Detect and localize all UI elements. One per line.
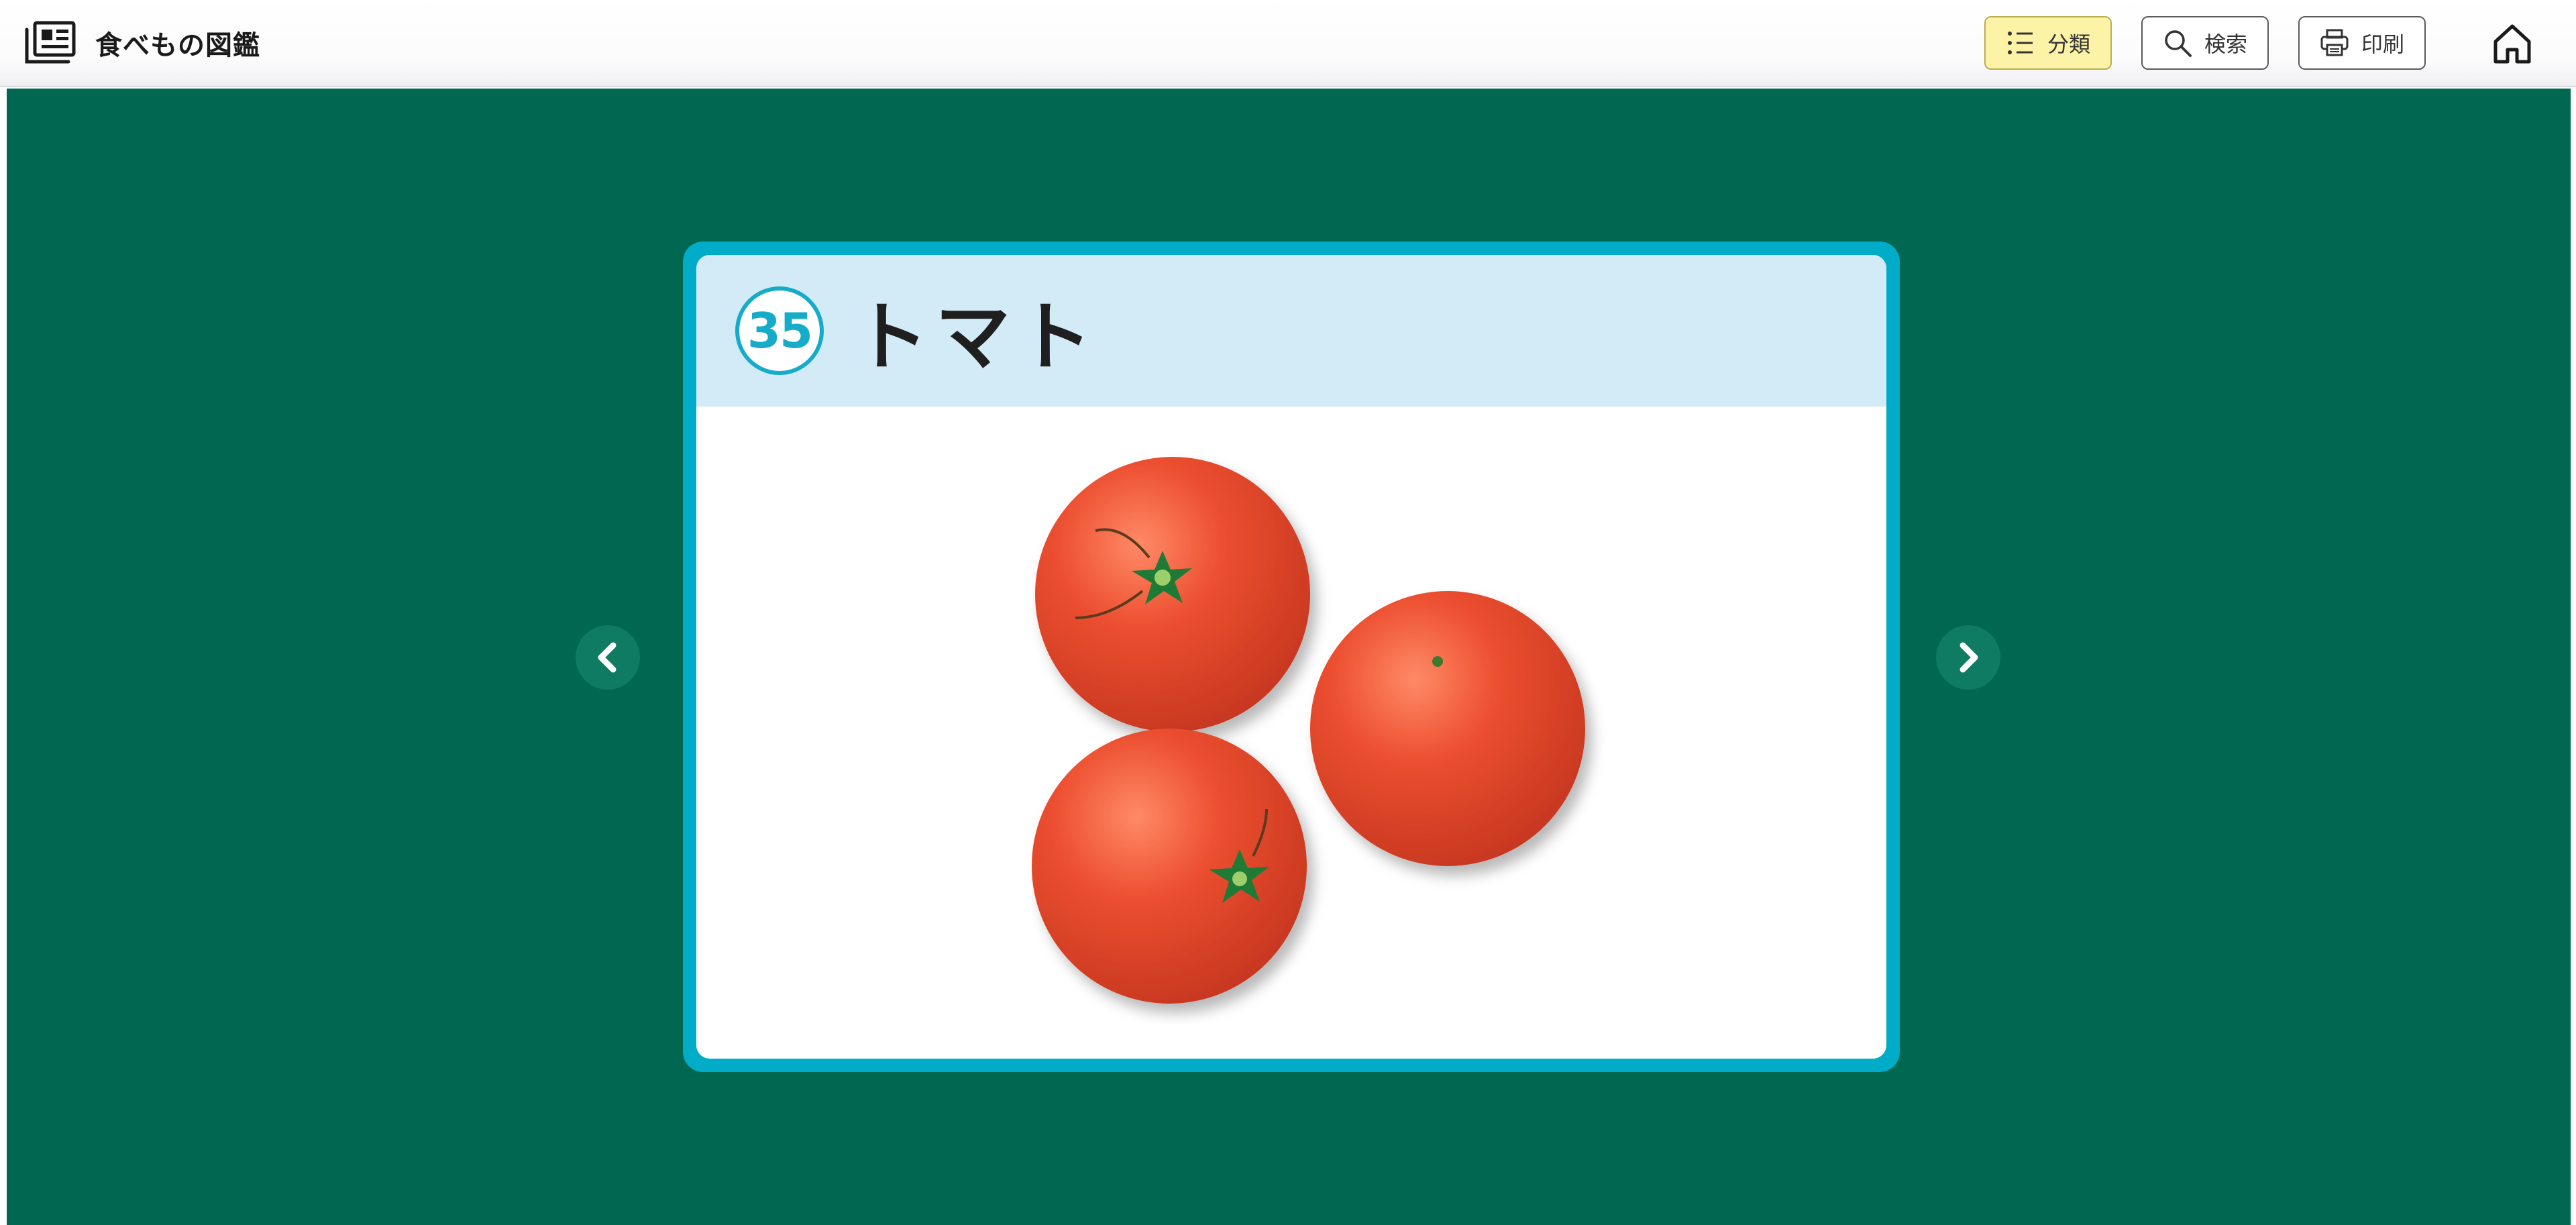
tomato-bottom-left [1032, 729, 1307, 1004]
tomato-illustration [1032, 457, 1585, 1004]
chevron-left-icon [598, 642, 616, 673]
print-label: 印刷 [2361, 32, 2404, 57]
card-header: 35 トマト [696, 255, 1886, 407]
tomato-right [1310, 591, 1585, 866]
print-button[interactable]: 印刷 [2298, 16, 2426, 70]
book-list-icon [25, 21, 76, 64]
classification-button[interactable]: 分類 [1984, 16, 2112, 70]
app-title: 食べもの図鑑 [95, 30, 260, 61]
search-icon [2165, 30, 2192, 57]
printer-icon [2320, 29, 2349, 56]
tomato-top-left [1035, 457, 1310, 732]
item-title: トマト [853, 294, 1099, 381]
chevron-right-icon [1960, 642, 1978, 673]
home-button[interactable] [2489, 20, 2536, 67]
card-body [696, 407, 1886, 1059]
app-header: 食べもの図鑑 分類 検索 印刷 [0, 0, 2576, 87]
food-card: 35 トマト [683, 242, 1900, 1072]
home-icon [2493, 24, 2531, 64]
previous-button[interactable] [576, 625, 640, 690]
content-stage: 35 トマト [7, 89, 2571, 1225]
list-icon [2007, 32, 2033, 54]
next-button[interactable] [1936, 625, 2000, 690]
item-number-badge: 35 [735, 286, 824, 375]
search-label: 検索 [2204, 32, 2247, 57]
brand: 食べもの図鑑 [24, 20, 260, 66]
card-inner: 35 トマト [696, 255, 1886, 1059]
search-button[interactable]: 検索 [2141, 16, 2269, 70]
classification-label: 分類 [2047, 32, 2090, 57]
